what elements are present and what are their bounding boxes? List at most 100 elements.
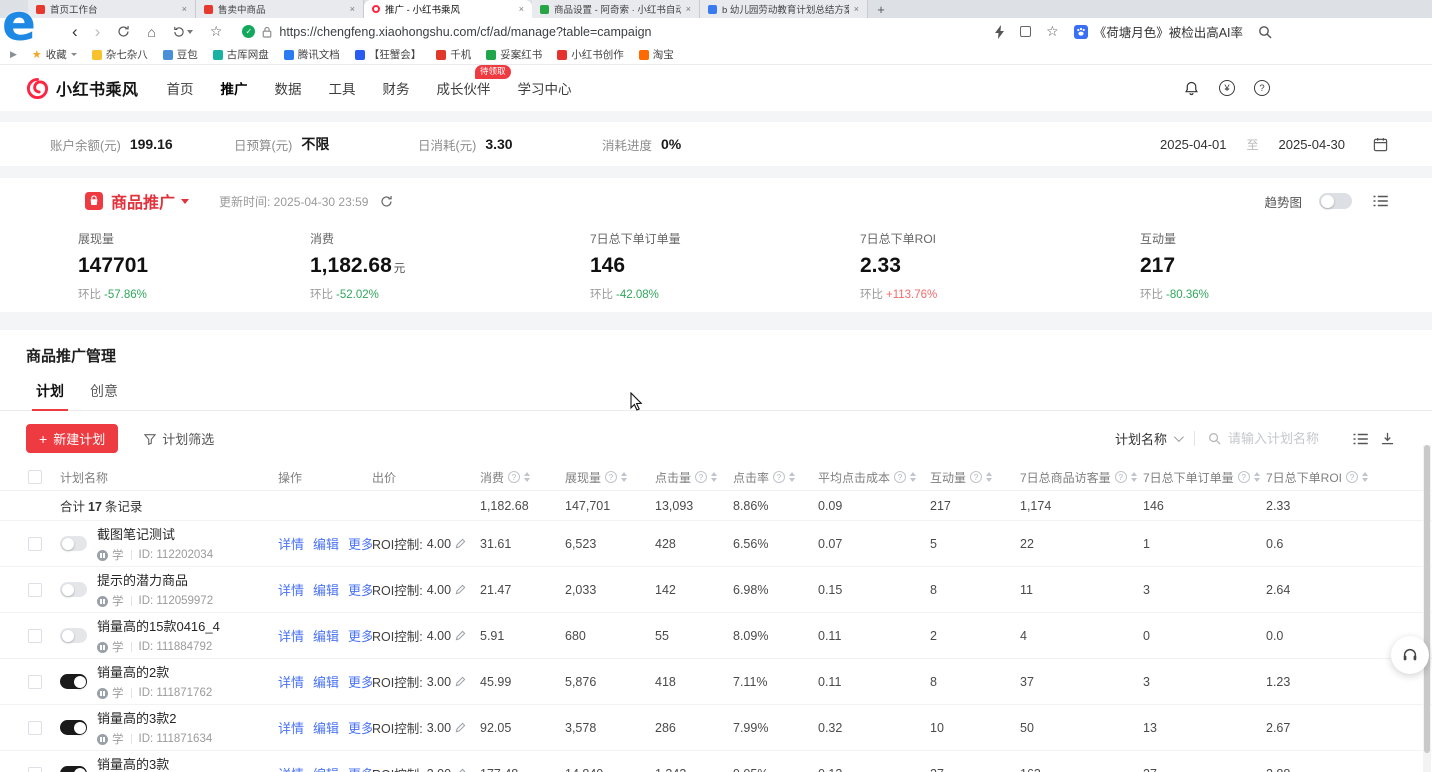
column-header[interactable]: 互动量? (930, 469, 1020, 486)
favorites-icon[interactable]: ☆ (1046, 23, 1059, 40)
scrollbar-thumb[interactable] (1424, 445, 1430, 753)
action-link-detail[interactable]: 详情 (278, 672, 304, 691)
browser-tab-3-active[interactable]: 推广 - 小红书乘风 × (364, 0, 532, 18)
column-config-icon[interactable] (1353, 433, 1368, 445)
action-link-edit[interactable]: 编辑 (313, 672, 339, 691)
new-campaign-button[interactable]: +新建计划 (26, 424, 118, 453)
sort-icon[interactable] (910, 472, 916, 482)
calendar-icon[interactable] (1373, 137, 1388, 152)
info-icon[interactable]: ? (605, 471, 617, 483)
tab-campaign[interactable]: 计划 (36, 381, 64, 410)
info-icon[interactable]: ? (1115, 471, 1127, 483)
bookmark-item[interactable]: 小红书创作 (557, 47, 624, 62)
column-header[interactable]: 计划名称 (60, 469, 278, 486)
campaign-toggle[interactable] (60, 720, 87, 735)
menu-item-data[interactable]: 数据 (269, 73, 308, 103)
info-icon[interactable]: ? (1238, 471, 1250, 483)
edit-bid-icon[interactable] (455, 538, 466, 549)
bookmark-item[interactable]: 杂七杂八 (92, 47, 148, 62)
action-link-edit[interactable]: 编辑 (313, 580, 339, 599)
table-scrollbar[interactable] (1423, 445, 1431, 772)
date-range-picker[interactable]: 2025-04-01 至 2025-04-30 (1160, 136, 1388, 153)
browser-tab-2[interactable]: 售卖中商品 × (196, 0, 364, 18)
campaign-toggle[interactable] (60, 766, 87, 772)
bookmark-item[interactable]: 腾讯文档 (284, 47, 340, 62)
tab-close-icon[interactable]: × (854, 4, 859, 14)
address-bar[interactable]: ✓ https://chengfeng.xiaohongshu.com/cf/a… (242, 25, 651, 39)
row-checkbox[interactable] (28, 767, 42, 772)
download-icon[interactable] (1381, 432, 1394, 445)
campaign-name[interactable]: 截图笔记测试 (97, 524, 213, 543)
sort-icon[interactable] (789, 472, 795, 482)
campaign-toggle[interactable] (60, 536, 87, 551)
edit-bid-icon[interactable] (455, 676, 466, 687)
row-checkbox[interactable] (28, 583, 42, 597)
search-field-selector[interactable]: 计划名称 (1115, 429, 1181, 448)
date-start[interactable]: 2025-04-01 (1160, 137, 1227, 152)
info-icon[interactable]: ? (894, 471, 906, 483)
menu-item-learning-center[interactable]: 学习中心 (512, 73, 578, 103)
home-icon[interactable]: ⌂ (147, 25, 155, 39)
campaign-name[interactable]: 销量高的15款0416_4 (97, 616, 220, 635)
action-link-detail[interactable]: 详情 (278, 626, 304, 645)
campaign-toggle[interactable] (60, 674, 87, 689)
screenshot-icon[interactable] (1020, 26, 1031, 37)
column-header[interactable]: 消费? (480, 469, 565, 486)
tab-creative[interactable]: 创意 (90, 381, 118, 410)
action-link-detail[interactable]: 详情 (278, 764, 304, 772)
column-header[interactable]: 7日总商品访客量? (1020, 469, 1143, 486)
help-icon[interactable]: ? (1254, 80, 1270, 96)
action-link-detail[interactable]: 详情 (278, 718, 304, 737)
action-link-more[interactable]: 更多 (348, 626, 372, 645)
column-header[interactable]: 操作 (278, 469, 372, 486)
column-header[interactable]: 平均点击成本? (818, 469, 930, 486)
browser-notification[interactable]: 《荷塘月色》被检出高AI率 (1074, 22, 1243, 41)
tab-close-icon[interactable]: × (182, 4, 187, 14)
action-link-more[interactable]: 更多 (348, 672, 372, 691)
column-header[interactable]: 7日总下单ROI? (1266, 469, 1432, 486)
info-icon[interactable]: ? (695, 471, 707, 483)
bookmark-item[interactable]: 【狂蟹会】 (355, 47, 422, 62)
action-link-edit[interactable]: 编辑 (313, 534, 339, 553)
search-icon[interactable] (1258, 25, 1272, 39)
campaign-toggle[interactable] (60, 582, 87, 597)
bookmark-item[interactable]: 淘宝 (639, 47, 674, 62)
campaign-name[interactable]: 提示的潜力商品 (97, 570, 213, 589)
new-tab-button[interactable]: + (868, 0, 894, 18)
bookmark-item[interactable]: 千机 (436, 47, 471, 62)
sort-icon[interactable] (1362, 472, 1368, 482)
bookmark-item[interactable]: 妥案红书 (486, 47, 542, 62)
tab-close-icon[interactable]: × (519, 4, 524, 14)
campaign-filter-button[interactable]: 计划筛选 (144, 429, 214, 448)
sort-icon[interactable] (621, 472, 627, 482)
row-checkbox[interactable] (28, 675, 42, 689)
back-icon[interactable]: ‹ (72, 23, 78, 40)
bookmark-item[interactable]: 豆包 (163, 47, 198, 62)
column-header[interactable]: 出价 (372, 469, 480, 486)
column-header[interactable]: 点击率? (733, 469, 818, 486)
date-end[interactable]: 2025-04-30 (1279, 137, 1346, 152)
search-input[interactable] (1228, 431, 1340, 446)
campaign-name[interactable]: 销量高的3款2 (97, 708, 212, 727)
bookmark-item[interactable]: 古厍网盘 (213, 47, 269, 62)
campaign-name[interactable]: 销量高的2款 (97, 662, 212, 681)
trend-chart-toggle[interactable] (1319, 193, 1352, 209)
info-icon[interactable]: ? (508, 471, 520, 483)
column-header[interactable]: 7日总下单订单量? (1143, 469, 1266, 486)
metric-settings-icon[interactable] (1373, 195, 1388, 207)
action-link-more[interactable]: 更多 (348, 764, 372, 772)
sort-icon[interactable] (524, 472, 530, 482)
info-icon[interactable]: ? (970, 471, 982, 483)
edit-bid-icon[interactable] (455, 584, 466, 595)
sort-icon[interactable] (986, 472, 992, 482)
action-link-edit[interactable]: 编辑 (313, 718, 339, 737)
browser-tab-1[interactable]: 首页工作台 × (28, 0, 196, 18)
bookmarks-root[interactable]: ★ 收藏 (32, 47, 77, 62)
browser-tab-5[interactable]: b 幼儿园劳动教育计划总结方案 × (700, 0, 868, 18)
edit-bid-icon[interactable] (455, 722, 466, 733)
sort-icon[interactable] (1131, 472, 1137, 482)
action-link-detail[interactable]: 详情 (278, 534, 304, 553)
column-header[interactable]: 点击量? (655, 469, 733, 486)
brand[interactable]: 小红书乘风 (26, 76, 139, 100)
menu-item-promotion[interactable]: 推广 (215, 73, 254, 103)
